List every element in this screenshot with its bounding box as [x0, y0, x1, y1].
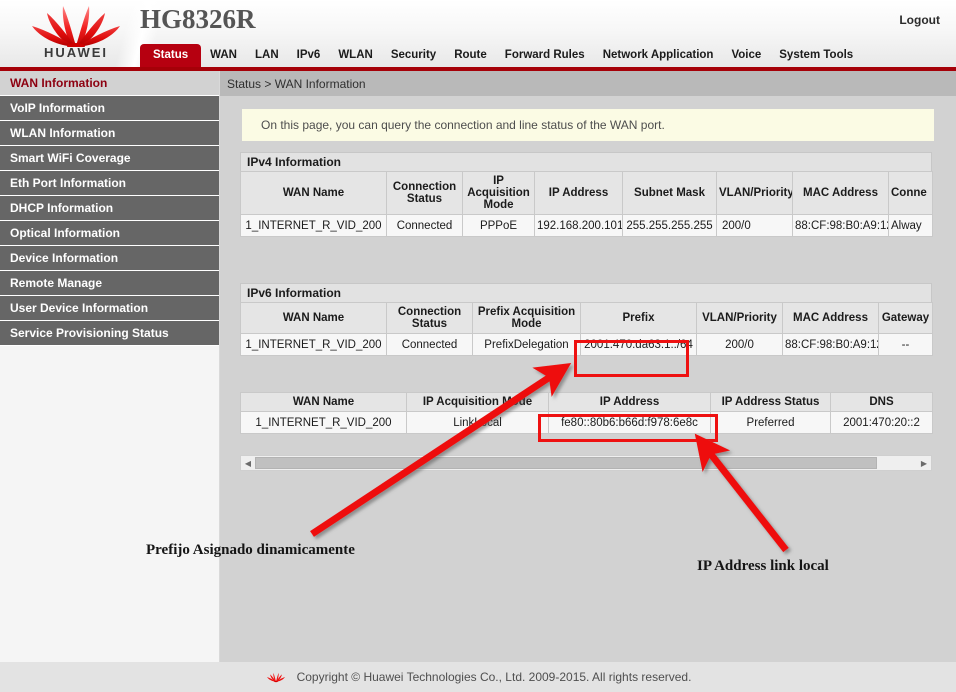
ipv4-col-connection-mode-clipped: Conne	[889, 172, 933, 215]
sidebar-item-device-information[interactable]: Device Information	[0, 246, 219, 271]
sidebar-item-smart-wifi-coverage[interactable]: Smart WiFi Coverage	[0, 146, 219, 171]
ipv6addr-col-wan-name: WAN Name	[241, 393, 407, 412]
ipv6addr-cell-ip-address-status: Preferred	[711, 412, 831, 434]
tab-wan[interactable]: WAN	[201, 44, 246, 67]
annotation-label-ip-address: IP Address link local	[697, 558, 829, 575]
ipv4-col-connection-status: Connection Status	[387, 172, 463, 215]
tab-route[interactable]: Route	[445, 44, 496, 67]
huawei-logo: HUAWEI	[22, 3, 130, 61]
ipv4-panel-title: IPv4 Information	[240, 152, 932, 171]
ipv6addr-cell-dns: 2001:470:20::2	[831, 412, 933, 434]
ipv6-col-prefix: Prefix	[581, 303, 697, 334]
sidebar-item-user-device-information[interactable]: User Device Information	[0, 296, 219, 321]
ipv4-col-vlan-priority: VLAN/Priority	[717, 172, 793, 215]
tab-status[interactable]: Status	[140, 44, 201, 67]
logout-link[interactable]: Logout	[899, 13, 940, 27]
ipv6-col-vlan-priority: VLAN/Priority	[697, 303, 783, 334]
tab-lan[interactable]: LAN	[246, 44, 288, 67]
tab-wlan[interactable]: WLAN	[329, 44, 382, 67]
ipv6addr-col-ip-address-status: IP Address Status	[711, 393, 831, 412]
ipv6-address-header-row: WAN Name IP Acquisition Mode IP Address …	[241, 393, 933, 412]
ipv6-cell-prefix: 2001:470:da63:1::/64	[581, 334, 697, 356]
ipv6addr-cell-ip-acquisition-mode: LinkLocal	[407, 412, 549, 434]
sidebar-item-voip-information[interactable]: VoIP Information	[0, 96, 219, 121]
sidebar-item-eth-port-information[interactable]: Eth Port Information	[0, 171, 219, 196]
tab-network-application[interactable]: Network Application	[594, 44, 723, 67]
page-footer: Copyright © Huawei Technologies Co., Ltd…	[0, 662, 956, 692]
ipv4-cell-wan-name: 1_INTERNET_R_VID_200	[241, 215, 387, 237]
scroll-left-arrow-icon[interactable]: ◀	[241, 456, 255, 470]
sidebar-item-dhcp-information[interactable]: DHCP Information	[0, 196, 219, 221]
page-header: HUAWEI HG8326R Logout Status WAN LAN IPv…	[0, 0, 956, 67]
ipv4-col-ip-address: IP Address	[535, 172, 623, 215]
footer-copyright: Copyright © Huawei Technologies Co., Ltd…	[297, 670, 692, 684]
sidebar-item-wan-information[interactable]: WAN Information	[0, 71, 219, 96]
ipv6-cell-gateway: --	[879, 334, 933, 356]
ipv4-cell-vlan-priority: 200/0	[717, 215, 793, 237]
ipv6-table: WAN Name Connection Status Prefix Acquis…	[240, 302, 933, 356]
scrollbar-track[interactable]	[255, 457, 917, 469]
ipv6-col-wan-name: WAN Name	[241, 303, 387, 334]
breadcrumb: Status > WAN Information	[220, 71, 956, 96]
ipv6-panel-title: IPv6 Information	[240, 283, 932, 302]
ipv4-cell-connection-mode-clipped: Alway	[889, 215, 933, 237]
sidebar-item-wlan-information[interactable]: WLAN Information	[0, 121, 219, 146]
ipv4-header-row: WAN Name Connection Status IP Acquisitio…	[241, 172, 933, 215]
ipv6-cell-wan-name: 1_INTERNET_R_VID_200	[241, 334, 387, 356]
ipv6-cell-vlan-priority: 200/0	[697, 334, 783, 356]
footer-huawei-logo-icon	[265, 668, 287, 686]
table-row: 1_INTERNET_R_VID_200 Connected PrefixDel…	[241, 334, 933, 356]
ipv6-header-row: WAN Name Connection Status Prefix Acquis…	[241, 303, 933, 334]
ipv4-cell-mac-address: 88:CF:98:B0:A9:12	[793, 215, 889, 237]
ipv6addr-cell-wan-name: 1_INTERNET_R_VID_200	[241, 412, 407, 434]
ipv4-cell-connection-status: Connected	[387, 215, 463, 237]
ipv4-col-wan-name: WAN Name	[241, 172, 387, 215]
tab-system-tools[interactable]: System Tools	[770, 44, 862, 67]
info-note: On this page, you can query the connecti…	[242, 109, 934, 141]
ipv6-col-gateway: Gateway	[879, 303, 933, 334]
horizontal-scrollbar[interactable]: ◀ ▶	[240, 455, 932, 471]
ipv6-cell-mac-address: 88:CF:98:B0:A9:12	[783, 334, 879, 356]
huawei-flower-mini-icon	[265, 668, 287, 686]
top-nav-tabs: Status WAN LAN IPv6 WLAN Security Route …	[140, 44, 862, 67]
ipv6addr-col-ip-acquisition-mode: IP Acquisition Mode	[407, 393, 549, 412]
sidebar-item-remote-manage[interactable]: Remote Manage	[0, 271, 219, 296]
ipv6-address-table: WAN Name IP Acquisition Mode IP Address …	[240, 392, 933, 434]
tab-forward-rules[interactable]: Forward Rules	[496, 44, 594, 67]
tab-ipv6[interactable]: IPv6	[288, 44, 330, 67]
ipv4-col-ip-acquisition-mode: IP Acquisition Mode	[463, 172, 535, 215]
tab-voice[interactable]: Voice	[722, 44, 770, 67]
table-row: 1_INTERNET_R_VID_200 Connected PPPoE 192…	[241, 215, 933, 237]
tab-security[interactable]: Security	[382, 44, 445, 67]
huawei-wordmark: HUAWEI	[22, 45, 130, 60]
router-admin-page: HUAWEI HG8326R Logout Status WAN LAN IPv…	[0, 0, 956, 692]
ipv4-table: WAN Name Connection Status IP Acquisitio…	[240, 171, 933, 237]
ipv4-cell-ip-address: 192.168.200.101	[535, 215, 623, 237]
ipv6addr-col-dns: DNS	[831, 393, 933, 412]
sidebar-item-optical-information[interactable]: Optical Information	[0, 221, 219, 246]
ipv6-col-mac-address: MAC Address	[783, 303, 879, 334]
ipv6-cell-connection-status: Connected	[387, 334, 473, 356]
ipv6addr-cell-ip-address: fe80::80b6:b66d:f978:6e8c	[549, 412, 711, 434]
ipv4-col-mac-address: MAC Address	[793, 172, 889, 215]
scrollbar-thumb[interactable]	[255, 457, 877, 469]
ipv6-cell-prefix-acquisition-mode: PrefixDelegation	[473, 334, 581, 356]
page-title: HG8326R	[140, 4, 256, 35]
table-row: 1_INTERNET_R_VID_200 LinkLocal fe80::80b…	[241, 412, 933, 434]
ipv6addr-col-ip-address: IP Address	[549, 393, 711, 412]
sidebar-item-service-provisioning-status[interactable]: Service Provisioning Status	[0, 321, 219, 346]
scroll-right-arrow-icon[interactable]: ▶	[917, 456, 931, 470]
annotation-label-prefix: Prefijo Asignado dinamicamente	[146, 542, 355, 559]
huawei-flower-icon	[22, 3, 130, 47]
ipv6-col-connection-status: Connection Status	[387, 303, 473, 334]
ipv4-cell-subnet-mask: 255.255.255.255	[623, 215, 717, 237]
ipv6-col-prefix-acquisition-mode: Prefix Acquisition Mode	[473, 303, 581, 334]
ipv4-cell-ip-acquisition-mode: PPPoE	[463, 215, 535, 237]
ipv4-col-subnet-mask: Subnet Mask	[623, 172, 717, 215]
sidebar: WAN Information VoIP Information WLAN In…	[0, 71, 220, 662]
